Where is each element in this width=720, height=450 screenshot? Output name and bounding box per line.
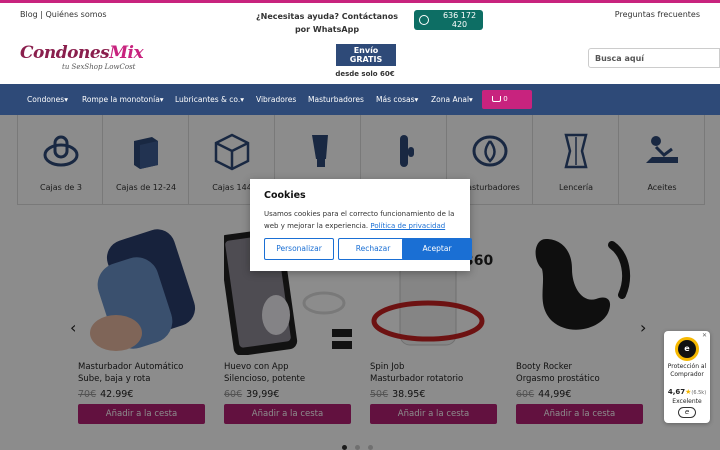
trusted-shops-badge[interactable]: ✕ e Protección al Comprador 4,67★(6.5k) … bbox=[664, 331, 710, 423]
search-input[interactable]: Busca aquí bbox=[588, 48, 720, 68]
shipping-sub: desde solo 60€ bbox=[335, 70, 395, 78]
accept-button[interactable]: Aceptar bbox=[402, 238, 472, 260]
whatsapp-button[interactable]: 636 172 420 bbox=[414, 10, 483, 30]
cart-icon bbox=[492, 96, 501, 102]
free-shipping-banner: Envío GRATIS desde solo 60€ bbox=[335, 44, 396, 78]
nav-item-monotonia[interactable]: Rompe la monotonía▾ bbox=[82, 95, 164, 104]
trust-rating: 4,67★(6.5k) bbox=[667, 388, 707, 396]
whatsapp-icon bbox=[419, 15, 429, 25]
shipping-badge: Envío GRATIS bbox=[336, 44, 396, 66]
customize-button[interactable]: Personalizar bbox=[264, 238, 334, 260]
nav-item-condones[interactable]: Condones▾ bbox=[27, 95, 68, 104]
trust-label: Protección al Comprador bbox=[667, 363, 707, 378]
cookie-dialog: Cookies Usamos cookies para el correcto … bbox=[250, 179, 472, 271]
close-icon[interactable]: ✕ bbox=[702, 332, 707, 339]
privacy-policy-link[interactable]: Política de privacidad bbox=[370, 222, 445, 230]
logo-tagline: tu SexShop LowCost bbox=[62, 63, 136, 71]
cookie-text: Usamos cookies para el correcto funciona… bbox=[264, 210, 455, 230]
help-text: ¿Necesitas ayuda? Contáctanos por WhatsA… bbox=[255, 12, 399, 34]
whatsapp-number: 636 172 420 bbox=[442, 11, 477, 29]
nav-item-lubricantes[interactable]: Lubricantes & co.▾ bbox=[175, 95, 244, 104]
cart-button[interactable]: 0 bbox=[482, 90, 532, 109]
trust-seal-icon: e bbox=[675, 337, 699, 361]
header: CondonesMix tu SexShop LowCost Envío GRA… bbox=[0, 38, 720, 84]
cart-count: 0 bbox=[503, 95, 508, 103]
cookie-title: Cookies bbox=[264, 190, 306, 201]
top-links[interactable]: Blog | Quiénes somos bbox=[20, 10, 107, 19]
logo-main: Condones bbox=[20, 43, 110, 63]
nav-item-vibradores[interactable]: Vibradores bbox=[256, 95, 296, 104]
site-logo[interactable]: CondonesMix tu SexShop LowCost bbox=[20, 43, 144, 71]
reject-button[interactable]: Rechazar bbox=[338, 238, 408, 260]
logo-accent: Mix bbox=[109, 43, 144, 63]
nav-item-masturbadores[interactable]: Masturbadores bbox=[308, 95, 364, 104]
nav-item-zona-anal[interactable]: Zona Anal▾ bbox=[431, 95, 473, 104]
main-nav: Condones▾ Rompe la monotonía▾ Lubricante… bbox=[0, 84, 720, 115]
trusted-shops-logo: e bbox=[678, 407, 696, 418]
nav-item-mas-cosas[interactable]: Más cosas▾ bbox=[376, 95, 418, 104]
modal-backdrop bbox=[0, 115, 720, 450]
trust-verdict: Excelente bbox=[672, 398, 702, 405]
top-bar: Blog | Quiénes somos ¿Necesitas ayuda? C… bbox=[0, 0, 720, 38]
faq-link[interactable]: Preguntas frecuentes bbox=[615, 10, 700, 19]
